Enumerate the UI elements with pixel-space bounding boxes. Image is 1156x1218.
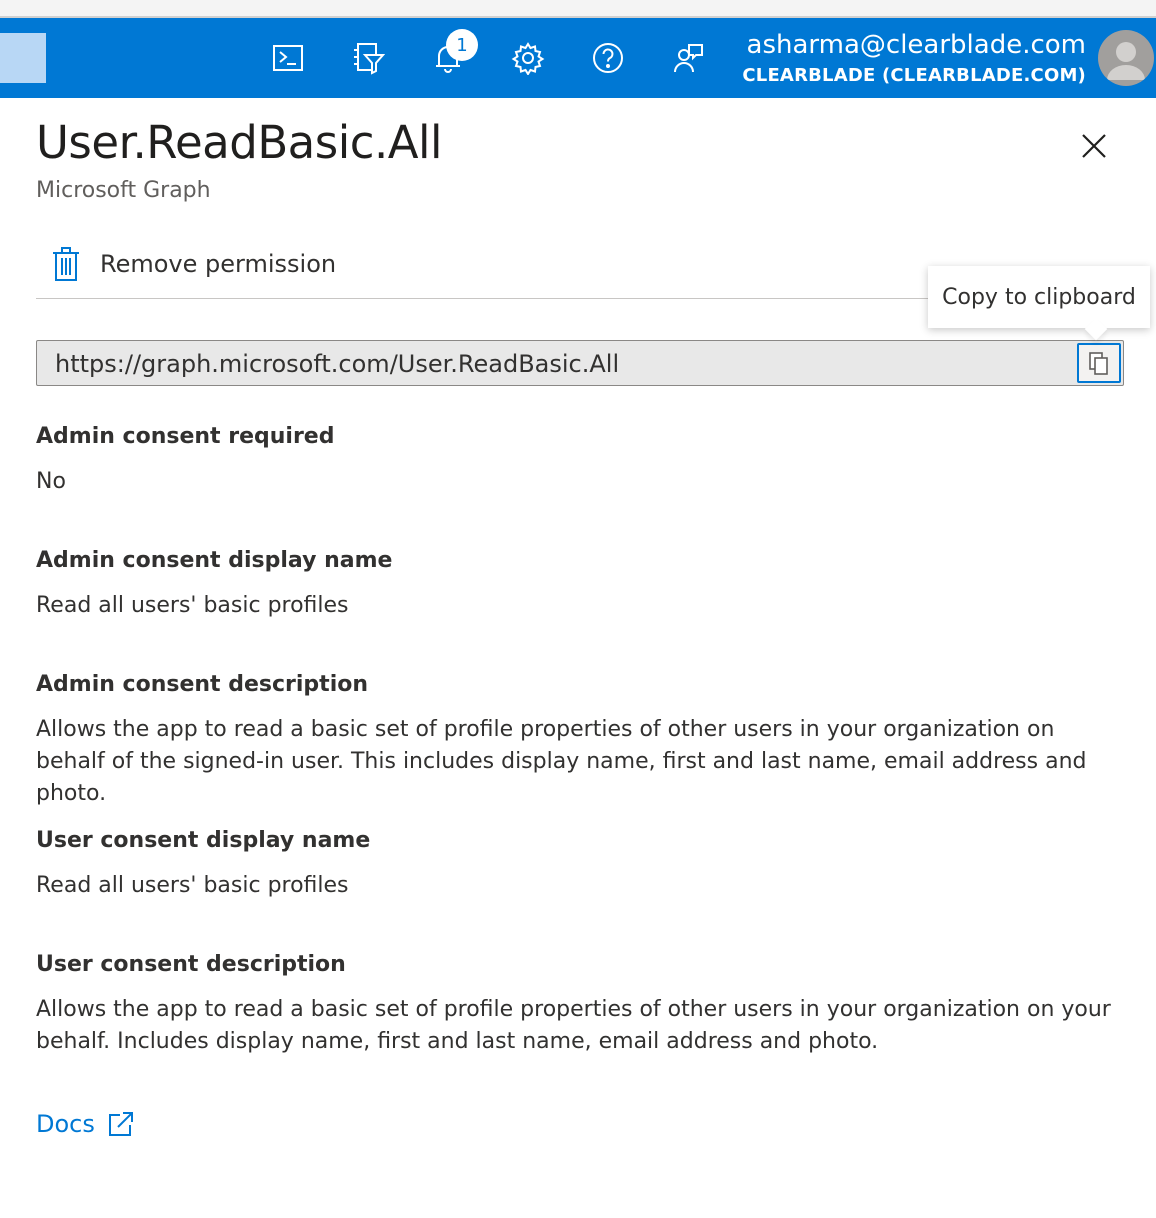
portal-menu-button[interactable] xyxy=(0,33,46,83)
notification-count-badge: 1 xyxy=(446,29,478,61)
avatar[interactable] xyxy=(1098,30,1154,86)
copy-to-clipboard-button[interactable] xyxy=(1077,343,1121,383)
field-label: Admin consent required xyxy=(36,424,335,449)
page-title: User.ReadBasic.All xyxy=(36,116,443,169)
field-value: Read all users' basic profiles xyxy=(36,873,349,898)
permission-url-field[interactable]: https://graph.microsoft.com/User.ReadBas… xyxy=(36,340,1124,386)
help-icon[interactable] xyxy=(588,38,628,78)
field-label: User consent display name xyxy=(36,828,371,853)
portal-top-bar: 1 asharma@clearblade.com CLEARBLADE (CLE… xyxy=(0,18,1156,98)
close-icon xyxy=(1082,134,1106,158)
field-value: Allows the app to read a basic set of pr… xyxy=(36,997,1111,1054)
docs-link[interactable]: Docs xyxy=(36,1110,135,1138)
account-info[interactable]: asharma@clearblade.com CLEARBLADE (CLEAR… xyxy=(742,28,1086,90)
copy-tooltip: Copy to clipboard xyxy=(928,266,1150,328)
field-value: Read all users' basic profiles xyxy=(36,593,349,618)
remove-permission-label: Remove permission xyxy=(100,250,337,278)
field-value: Allows the app to read a basic set of pr… xyxy=(36,717,1087,806)
close-button[interactable] xyxy=(1074,126,1114,166)
browser-top-strip xyxy=(0,0,1156,18)
field-label: Admin consent display name xyxy=(36,548,393,573)
copy-icon xyxy=(1089,352,1108,375)
permission-url-text: https://graph.microsoft.com/User.ReadBas… xyxy=(55,350,620,378)
account-tenant: CLEARBLADE (CLEARBLADE.COM) xyxy=(742,65,1086,86)
docs-link-label: Docs xyxy=(36,1110,95,1138)
cloud-shell-icon[interactable] xyxy=(268,38,308,78)
trash-icon xyxy=(53,247,79,281)
remove-permission-button[interactable]: Remove permission xyxy=(52,244,336,284)
field-value: No xyxy=(36,469,66,494)
field-label: Admin consent description xyxy=(36,672,369,697)
settings-icon[interactable] xyxy=(508,38,548,78)
feedback-icon[interactable] xyxy=(668,38,708,78)
directory-filter-icon[interactable] xyxy=(348,38,388,78)
external-link-icon xyxy=(108,1112,133,1136)
field-label: User consent description xyxy=(36,952,346,977)
account-email: asharma@clearblade.com xyxy=(746,30,1086,60)
page-subtitle: Microsoft Graph xyxy=(36,178,211,203)
